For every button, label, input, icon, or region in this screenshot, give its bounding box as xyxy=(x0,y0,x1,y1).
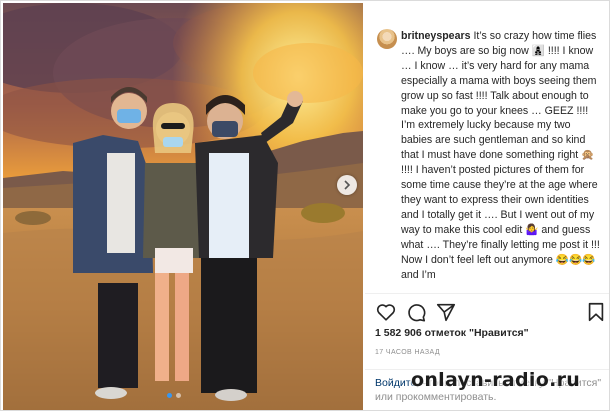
comment-icon xyxy=(408,304,426,322)
bookmark-icon xyxy=(588,302,604,322)
share-button[interactable] xyxy=(435,301,457,323)
carousel-dot xyxy=(176,393,181,398)
post-caption: britneyspears It’s so crazy how time flie… xyxy=(365,3,609,294)
comment-button[interactable] xyxy=(405,301,427,323)
carousel-indicator xyxy=(167,393,181,398)
action-bar xyxy=(365,299,609,325)
likes-count[interactable]: 1 582 906 отметок "Нравится" xyxy=(375,327,529,339)
heart-icon xyxy=(376,304,396,321)
username-link[interactable]: britneyspears xyxy=(401,30,470,42)
chevron-right-icon xyxy=(344,180,351,190)
divider xyxy=(365,293,609,294)
family-photo-image xyxy=(3,3,363,410)
caption-body: It’s so crazy how time flies …. My boys … xyxy=(401,30,600,281)
instagram-post: britneyspears It’s so crazy how time flie… xyxy=(0,0,610,411)
post-sidebar: britneyspears It’s so crazy how time flie… xyxy=(365,3,609,410)
save-button[interactable] xyxy=(585,301,607,323)
next-slide-button[interactable] xyxy=(337,175,357,195)
caption-text: britneyspears It’s so crazy how time flie… xyxy=(401,29,603,282)
site-watermark: onlayn-radio.ru xyxy=(411,369,581,391)
carousel-dot-active xyxy=(167,393,172,398)
like-button[interactable] xyxy=(375,301,397,323)
share-icon xyxy=(436,303,456,322)
post-timestamp[interactable]: 17 ЧАСОВ НАЗАД xyxy=(375,349,440,356)
post-photo[interactable] xyxy=(3,3,363,410)
avatar[interactable] xyxy=(377,29,397,49)
